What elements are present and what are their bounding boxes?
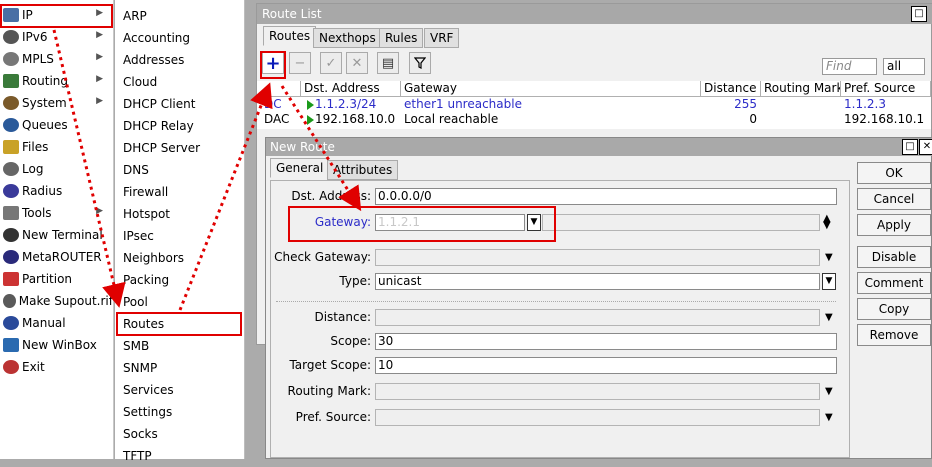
arrow-add-to-gateway (280, 85, 362, 212)
arrow-ip-to-routes (52, 29, 126, 308)
tutorial-arrows (52, 29, 362, 311)
arrow-routes-to-add (178, 82, 273, 311)
